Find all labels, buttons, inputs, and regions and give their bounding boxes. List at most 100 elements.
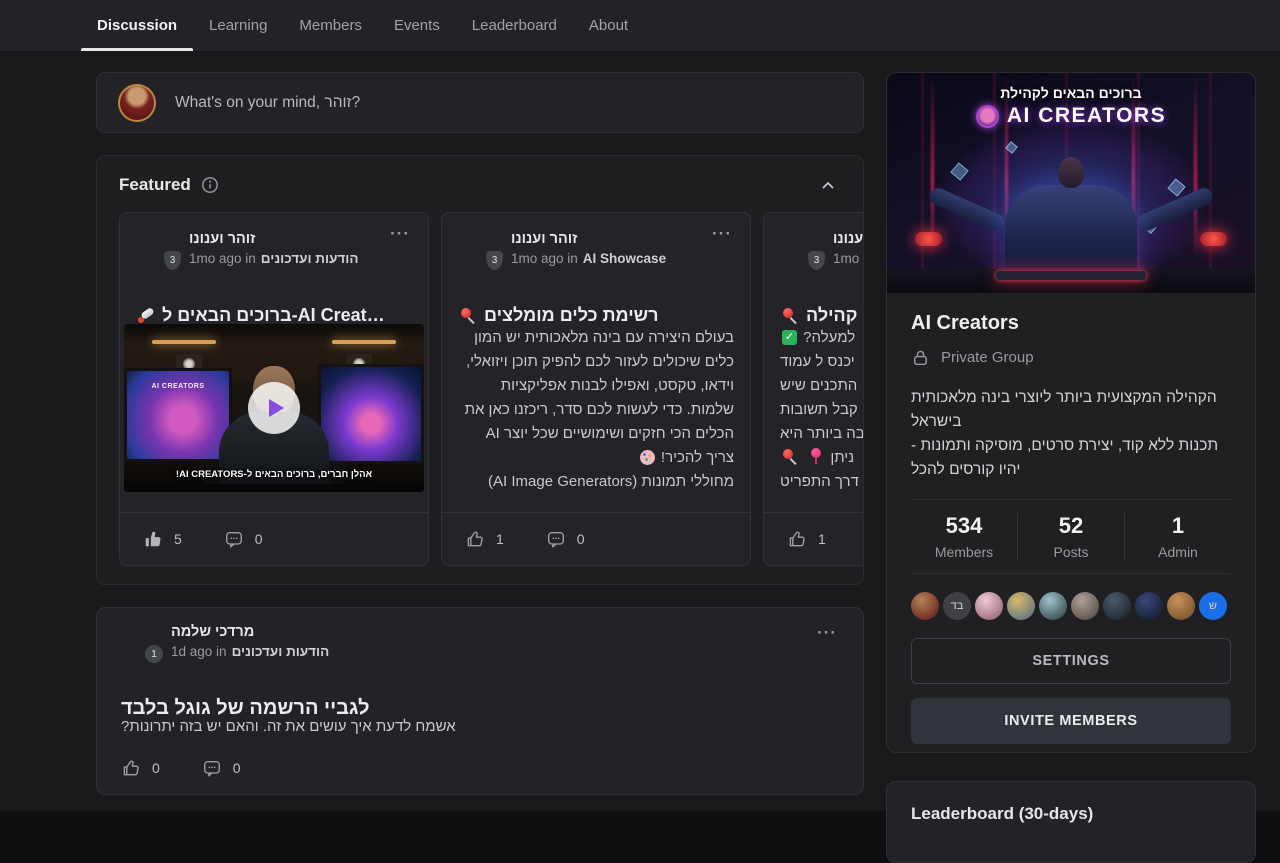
card-footer: 1 0 bbox=[442, 512, 750, 565]
author-name[interactable]: זוהר וענונו bbox=[189, 231, 358, 247]
feed-post[interactable]: 1 מרדכי שלמה 1d ago in הודעות ועדכונים ל… bbox=[96, 607, 864, 795]
tab-members[interactable]: Members bbox=[283, 0, 378, 51]
featured-card-tools-list[interactable]: 3 זוהר וענונו 1mo ago in AI Showcase רשי… bbox=[441, 212, 751, 566]
stat-value: 1 bbox=[1125, 513, 1231, 539]
post-menu-icon[interactable] bbox=[706, 223, 738, 245]
member-avatar[interactable] bbox=[975, 592, 1003, 620]
post-menu-icon[interactable] bbox=[811, 622, 843, 644]
card-footer: 5 0 bbox=[120, 512, 428, 565]
group-description-line: בישראל bbox=[911, 410, 1231, 434]
level-badge: 3 bbox=[484, 249, 505, 272]
author-avatar[interactable]: 3 bbox=[780, 229, 820, 269]
stat-admin[interactable]: 1Admin bbox=[1124, 513, 1231, 560]
comment-button[interactable]: 0 bbox=[224, 529, 263, 549]
member-avatar[interactable] bbox=[1103, 592, 1131, 620]
comment-count: 0 bbox=[577, 531, 585, 547]
banner-welcome-text: ברוכים הבאים לקהילת bbox=[887, 85, 1255, 101]
post-menu-icon[interactable] bbox=[384, 223, 416, 245]
tab-events[interactable]: Events bbox=[378, 0, 456, 51]
featured-section: Featured 3 זוהר וענונו bbox=[96, 155, 864, 585]
stat-value: 52 bbox=[1018, 513, 1124, 539]
author-name[interactable]: זוהר וענונו bbox=[511, 231, 666, 247]
leaderboard-card: Leaderboard (30-days) bbox=[886, 781, 1256, 863]
invite-members-button[interactable]: INVITE MEMBERS bbox=[911, 698, 1231, 744]
rocket-emoji bbox=[138, 307, 155, 324]
space-name[interactable]: הודעות ועדכונים bbox=[232, 644, 330, 659]
thumbs-up-icon bbox=[121, 758, 141, 778]
stat-label: Members bbox=[911, 544, 1017, 560]
post-title[interactable]: לגביי הרשמה של גוגל בלבד bbox=[121, 697, 839, 720]
video-thumbnail[interactable]: AI CREATORS אהלן חברים, ברוכים הבאים ל-A… bbox=[124, 324, 424, 492]
palette-emoji bbox=[640, 450, 655, 465]
post-title[interactable]: קהילה bbox=[780, 305, 863, 326]
info-icon[interactable] bbox=[201, 176, 219, 194]
stat-label: Posts bbox=[1018, 544, 1124, 560]
stat-members[interactable]: 534Members bbox=[911, 513, 1017, 560]
comment-button[interactable]: 0 bbox=[546, 529, 585, 549]
settings-button[interactable]: SETTINGS bbox=[911, 638, 1231, 684]
group-description-line: יהיו קורסים להכל bbox=[911, 458, 1231, 482]
right-monitor bbox=[318, 364, 424, 464]
member-avatar[interactable]: בד bbox=[943, 592, 971, 620]
member-avatar[interactable]: ש bbox=[1199, 592, 1227, 620]
group-info-card: ברוכים הבאים לקהילת AI CREATORS AI Creat… bbox=[886, 72, 1256, 753]
member-avatar[interactable] bbox=[1071, 592, 1099, 620]
post-body-line: למעלה? bbox=[780, 326, 863, 350]
member-avatar[interactable] bbox=[1039, 592, 1067, 620]
card-header: 3 זוהר וענונו 1mo ago in הודעות ועדכונים bbox=[136, 229, 412, 269]
current-user-avatar[interactable] bbox=[118, 84, 156, 122]
stat-posts[interactable]: 52 Posts bbox=[1017, 513, 1124, 560]
post-title[interactable]: ברוכים הבאים ל-AI Creat… bbox=[136, 305, 412, 326]
community-page: DiscussionLearningMembersEventsLeaderboa… bbox=[0, 0, 1280, 811]
space-name[interactable]: הודעות ועדכונים bbox=[261, 251, 359, 266]
author-avatar[interactable]: 3 bbox=[458, 229, 498, 269]
tab-about[interactable]: About bbox=[573, 0, 644, 51]
post-header: 1 מרדכי שלמה 1d ago in הודעות ועדכונים bbox=[118, 622, 842, 662]
member-avatar[interactable] bbox=[911, 592, 939, 620]
featured-card-welcome-video[interactable]: 3 זוהר וענונו 1mo ago in הודעות ועדכונים… bbox=[119, 212, 429, 566]
group-privacy: Private Group bbox=[911, 348, 1231, 367]
like-button[interactable]: 5 bbox=[143, 529, 182, 549]
post-body-line: בה ביותר היא bbox=[780, 422, 863, 446]
comment-icon bbox=[202, 758, 222, 778]
tab-discussion[interactable]: Discussion bbox=[81, 0, 193, 51]
studio-light bbox=[332, 340, 396, 344]
featured-cards-row: 3 זוהר וענונו 1mo ago in הודעות ועדכונים… bbox=[97, 212, 863, 584]
author-name[interactable]: מרדכי שלמה bbox=[171, 624, 329, 640]
author-avatar[interactable]: 3 bbox=[136, 229, 176, 269]
play-button[interactable] bbox=[248, 382, 300, 434]
top-nav: DiscussionLearningMembersEventsLeaderboa… bbox=[0, 0, 1280, 51]
post-body: למעלה? יכנס ל עמודהתכנים שישקבל תשובותבה… bbox=[780, 326, 863, 512]
like-button[interactable]: 1 bbox=[787, 529, 826, 549]
member-avatar[interactable] bbox=[1167, 592, 1195, 620]
comment-icon bbox=[546, 529, 566, 549]
comment-count: 0 bbox=[255, 531, 263, 547]
post-body-line: יכנס ל עמוד bbox=[780, 350, 863, 374]
play-icon bbox=[269, 399, 284, 417]
level-badge: 1 bbox=[143, 643, 165, 665]
post-body-line: קבל תשובות bbox=[780, 398, 863, 422]
pushpin-emoji bbox=[782, 307, 799, 324]
member-avatar[interactable] bbox=[1135, 592, 1163, 620]
featured-card-community[interactable]: 3 זוהר וענונו 1mo ago in קהילה למעלה? יכ… bbox=[763, 212, 863, 566]
like-button[interactable]: 0 bbox=[121, 758, 160, 778]
comment-button[interactable]: 0 bbox=[202, 758, 241, 778]
nav-tabs: DiscussionLearningMembersEventsLeaderboa… bbox=[81, 0, 1280, 51]
comment-count: 0 bbox=[233, 760, 241, 776]
post-title[interactable]: רשימת כלים מומלצים bbox=[458, 305, 734, 326]
featured-title: Featured bbox=[119, 175, 191, 195]
post-composer[interactable]: What's on your mind, זוהר? bbox=[96, 72, 864, 133]
leaderboard-title: Leaderboard (30-days) bbox=[887, 782, 1255, 824]
post-body: בעולם היצירה עם בינה מלאכותית יש המון כל… bbox=[458, 326, 734, 512]
thumbs-up-icon bbox=[787, 529, 807, 549]
author-name[interactable]: זוהר וענונו bbox=[833, 231, 863, 247]
level-badge: 3 bbox=[806, 249, 827, 272]
member-avatar[interactable] bbox=[1007, 592, 1035, 620]
author-avatar[interactable]: 1 bbox=[118, 622, 158, 662]
space-name[interactable]: AI Showcase bbox=[583, 251, 666, 266]
tab-learning[interactable]: Learning bbox=[193, 0, 283, 51]
featured-header: Featured bbox=[97, 156, 863, 195]
like-button[interactable]: 1 bbox=[465, 529, 504, 549]
tab-leaderboard[interactable]: Leaderboard bbox=[456, 0, 573, 51]
collapse-chevron-up-icon[interactable] bbox=[819, 176, 837, 194]
